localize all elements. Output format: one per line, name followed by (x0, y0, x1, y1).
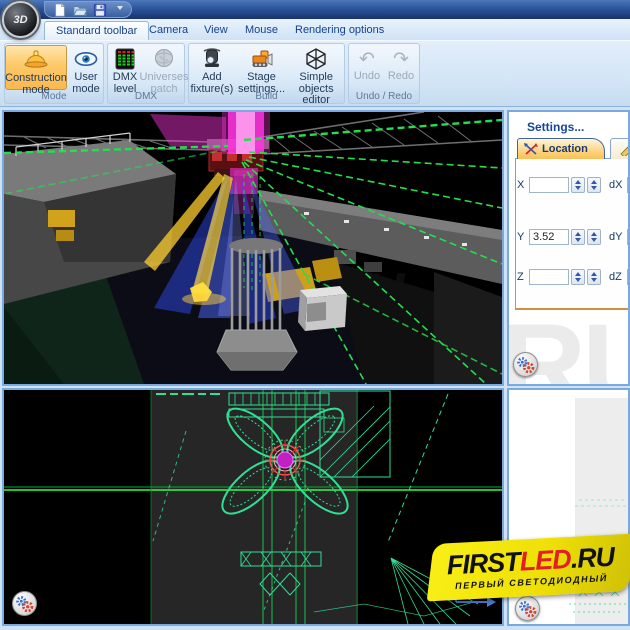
gears-icon (13, 592, 36, 615)
ribbon-group-mode: Construction mode User mode Mode (4, 43, 104, 104)
z-axis-label: Z (517, 271, 529, 283)
gears-icon (516, 597, 539, 620)
save-icon[interactable] (93, 3, 107, 17)
stage-3d-scene: FIRSTLED.RU (4, 112, 502, 384)
hardhat-icon (24, 48, 48, 72)
tab-mouse[interactable]: Mouse (234, 21, 289, 40)
button-label: Undo (354, 71, 380, 83)
z-spinner-coarse[interactable] (571, 269, 585, 285)
undo-button[interactable]: ↶ Undo (351, 45, 383, 90)
gears-icon (514, 353, 537, 376)
ribbon-group-build: Add fixture(s) Stage settings... (188, 43, 345, 104)
tab-location[interactable]: Location (517, 138, 605, 159)
simple-objects-editor-button[interactable]: Simple objects editor (288, 45, 344, 90)
construction-mode-button[interactable]: Construction mode (5, 45, 67, 90)
button-label: Redo (388, 71, 414, 83)
firstled-banner: FIRSTLED.RU ПЕРВЫЙ СВЕТОДИОДНЫЙ (427, 533, 630, 601)
fixture-icon (200, 47, 224, 71)
tab-standard-toolbar[interactable]: Standard toolbar (44, 21, 149, 40)
x-spinner-coarse[interactable] (571, 177, 585, 193)
dx-label: dX (609, 179, 625, 191)
z-spinner-fine[interactable] (587, 269, 601, 285)
group-label-undo-redo: Undo / Redo (349, 91, 419, 102)
pencil-icon (619, 142, 630, 156)
tab-camera[interactable]: Camera (138, 21, 199, 40)
group-label-build: Build (189, 91, 344, 102)
universe-globe-icon (152, 47, 176, 71)
banner-ru: .RU (570, 542, 615, 574)
tab-edit-partial[interactable] (610, 138, 630, 159)
dy-label: dY (609, 231, 625, 243)
open-folder-icon[interactable] (73, 3, 87, 17)
axes-icon (524, 143, 538, 156)
settings-panel-title: Settings... (527, 120, 584, 134)
viewport-3d-perspective[interactable]: FIRSTLED.RU (2, 110, 504, 386)
orb-label: 3D (13, 14, 27, 26)
banner-led: LED (519, 544, 572, 577)
wire-cube-icon (304, 47, 328, 71)
viewport-settings-gears-button[interactable] (12, 591, 37, 616)
ribbon: Construction mode User mode Mode (0, 40, 630, 107)
stage-settings-button[interactable]: Stage settings... (237, 45, 287, 90)
white-box (298, 286, 347, 331)
tab-rendering-options[interactable]: Rendering options (284, 21, 395, 40)
y-spinner-coarse[interactable] (571, 229, 585, 245)
undo-icon: ↶ (359, 47, 375, 71)
dmx-level-button[interactable]: DMX level (108, 45, 142, 90)
tab-view[interactable]: View (193, 21, 239, 40)
tab-location-label: Location (542, 143, 588, 155)
redo-icon: ↷ (393, 47, 409, 71)
banner-first: FIRST (446, 547, 520, 581)
panel-settings-gears-button[interactable] (513, 352, 538, 377)
add-fixture-button[interactable]: Add fixture(s) (189, 45, 235, 90)
ribbon-tab-strip: Standard toolbar Camera View Mouse Rende… (0, 19, 630, 40)
qat-dropdown-icon[interactable] (117, 6, 123, 13)
location-row-x: X dX (517, 176, 630, 194)
quick-access-toolbar (44, 1, 132, 18)
eye-icon (74, 47, 98, 71)
y-axis-label: Y (517, 231, 529, 243)
group-label-mode: Mode (5, 91, 103, 102)
z-value-input[interactable] (529, 269, 569, 285)
settings-panel: RU Settings... Location X dX Y dY Z (507, 110, 630, 386)
dz-label: dZ (609, 271, 625, 283)
location-row-z: Z dZ (517, 268, 630, 286)
stage-area (151, 390, 358, 624)
panel-settings-gears-button[interactable] (515, 596, 540, 621)
dmx-meter-icon (113, 47, 137, 71)
bulldozer-icon (250, 47, 274, 71)
ribbon-group-dmx: DMX level Universes patch DMX (107, 43, 185, 104)
x-axis-label: X (517, 179, 529, 191)
x-spinner-fine[interactable] (587, 177, 601, 193)
y-value-input[interactable] (529, 229, 569, 245)
center-fixture (265, 440, 305, 480)
x-value-input[interactable] (529, 177, 569, 193)
application-orb-button[interactable]: 3D (2, 1, 39, 38)
redo-button[interactable]: ↷ Redo (385, 45, 417, 90)
ribbon-group-undo-redo: ↶ Undo ↷ Redo Undo / Redo (348, 43, 420, 104)
group-label-dmx: DMX (108, 91, 184, 102)
new-document-icon[interactable] (53, 3, 67, 17)
universes-patch-button[interactable]: Universes patch (144, 45, 184, 90)
location-row-y: Y dY (517, 228, 630, 246)
y-spinner-fine[interactable] (587, 229, 601, 245)
user-mode-button[interactable]: User mode (69, 45, 103, 90)
